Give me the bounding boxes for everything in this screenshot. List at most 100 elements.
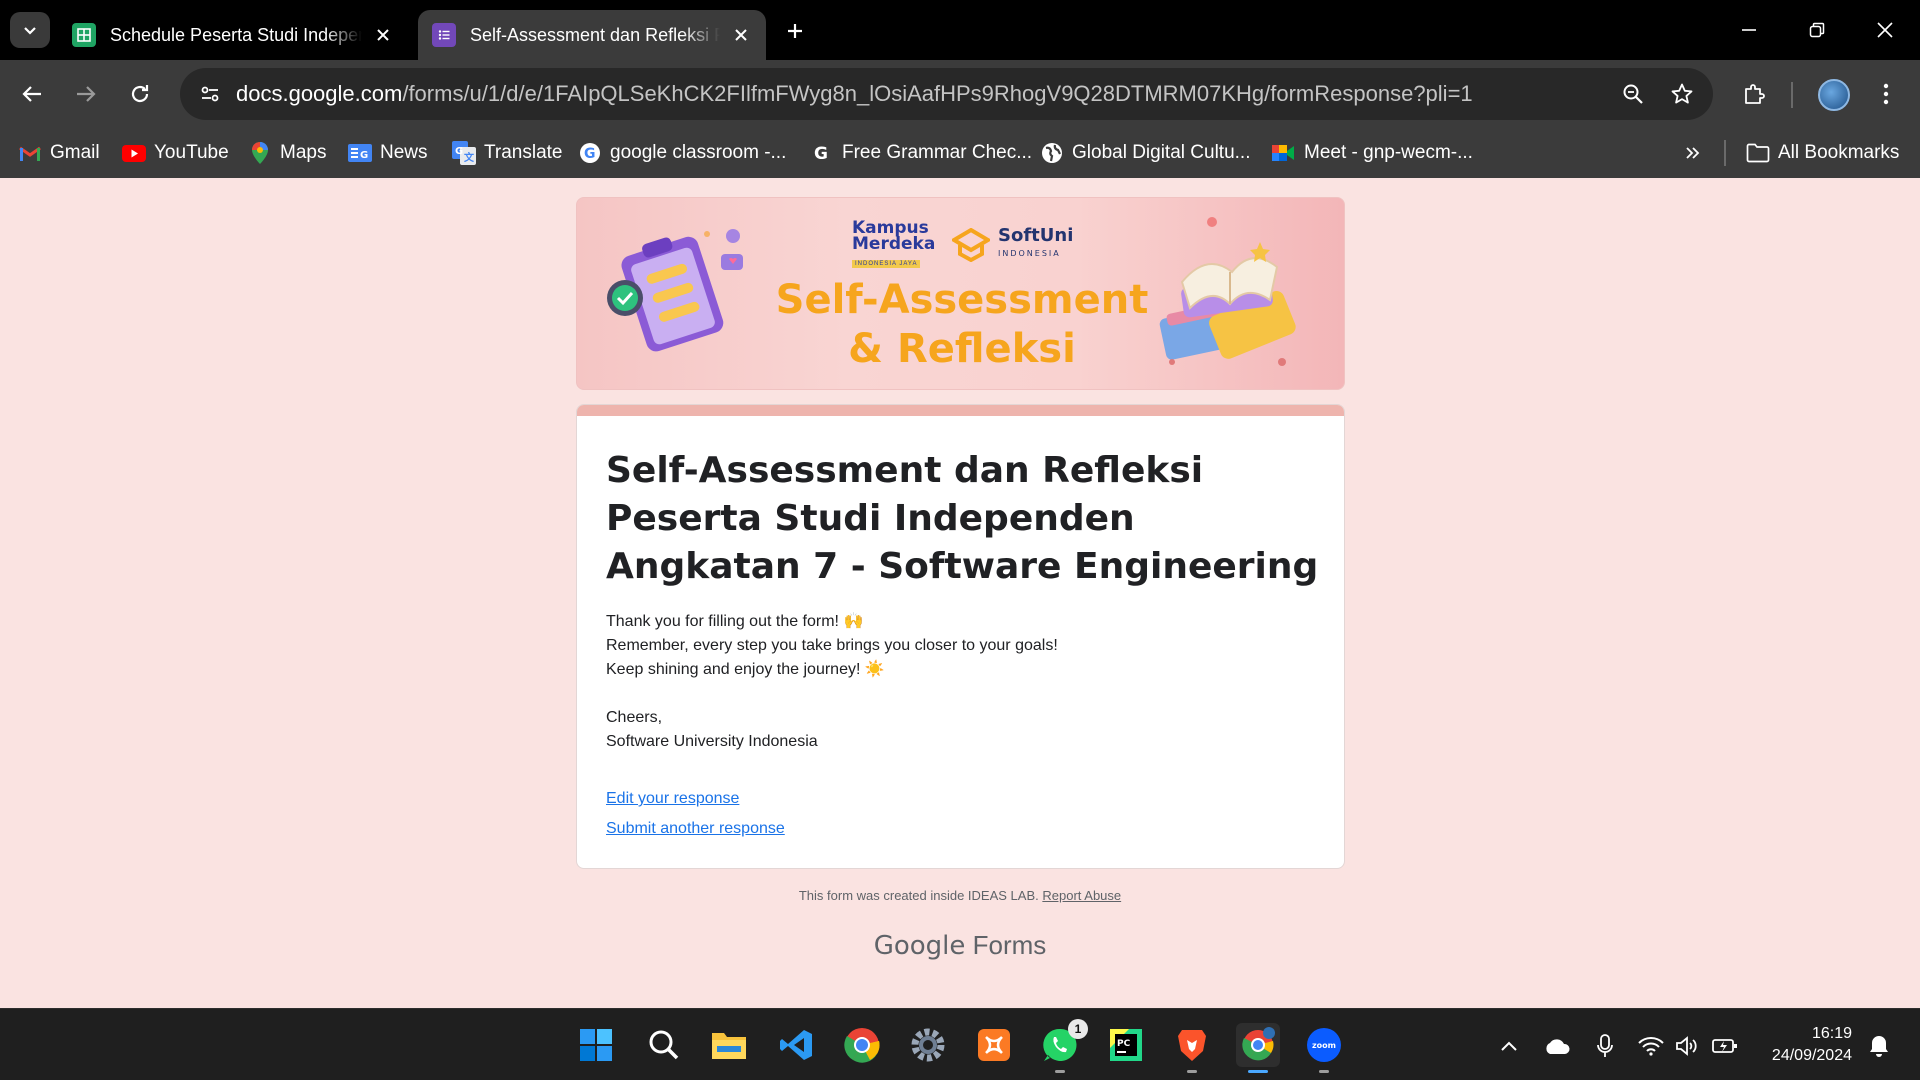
- onedrive-icon[interactable]: [1542, 1031, 1572, 1061]
- youtube-icon: [122, 141, 146, 165]
- microphone-icon[interactable]: [1590, 1031, 1620, 1061]
- google-forms-icon: [432, 23, 456, 47]
- close-icon[interactable]: [372, 24, 394, 46]
- settings-icon[interactable]: [906, 1023, 950, 1067]
- svg-text:G: G: [455, 146, 463, 157]
- svg-text:G: G: [814, 144, 828, 164]
- bookmark-youtube[interactable]: YouTube: [122, 136, 229, 170]
- url-text: docs.google.com/forms/u/1/d/e/1FAIpQLSeK…: [236, 81, 1473, 107]
- tab-title: Schedule Peserta Studi Independen: [110, 24, 362, 45]
- svg-text:G: G: [360, 150, 368, 161]
- bookmark-label: Translate: [484, 142, 563, 163]
- xampp-icon[interactable]: [972, 1023, 1016, 1067]
- card-accent-bar: [577, 405, 1344, 416]
- minimize-icon: [1742, 29, 1756, 31]
- created-inside-text: This form was created inside IDEAS LAB.: [798, 888, 1039, 903]
- plus-icon: [788, 24, 802, 38]
- windows-start-icon[interactable]: [574, 1023, 618, 1067]
- notification-badge: 1: [1068, 1019, 1088, 1039]
- windows-taskbar: 1 PC zoom 16:19 24/09/2024: [0, 1008, 1920, 1080]
- message-line: Cheers,: [606, 709, 663, 726]
- tab-self-assessment[interactable]: Self-Assessment dan Refleksi Peserta Stu…: [418, 10, 766, 60]
- brave-icon[interactable]: [1170, 1023, 1214, 1073]
- tab-search-button[interactable]: [10, 12, 50, 48]
- arrow-right-icon: [77, 86, 96, 102]
- volume-icon[interactable]: [1672, 1031, 1702, 1061]
- bookmark-news[interactable]: G News: [348, 136, 428, 170]
- minimize-button[interactable]: [1724, 8, 1774, 52]
- wifi-icon[interactable]: [1636, 1031, 1666, 1061]
- bookmark-label: Meet - gnp-wecm-...: [1304, 142, 1473, 163]
- extensions-button[interactable]: [1734, 74, 1774, 114]
- form-page: Kampus Merdeka INDONESIA JAYA SoftUni IND…: [0, 178, 1920, 1008]
- bookmark-label: Maps: [280, 142, 327, 163]
- bookmark-google-classroom[interactable]: G google classroom -...: [578, 136, 786, 170]
- restore-button[interactable]: [1792, 8, 1842, 52]
- more-bookmarks-button[interactable]: [1676, 136, 1710, 170]
- google-forms-logo[interactable]: Google Forms: [0, 930, 1920, 961]
- puzzle-icon: [1745, 84, 1765, 104]
- file-explorer-icon[interactable]: [707, 1023, 751, 1067]
- chrome-profile-icon[interactable]: [1236, 1023, 1280, 1073]
- search-icon[interactable]: [642, 1023, 686, 1067]
- bookmark-star-icon[interactable]: [1666, 78, 1698, 110]
- maps-icon: [248, 141, 272, 165]
- close-window-button[interactable]: [1860, 8, 1910, 52]
- pycharm-icon[interactable]: PC: [1104, 1023, 1148, 1067]
- whatsapp-icon[interactable]: 1: [1038, 1019, 1088, 1073]
- new-tab-button[interactable]: [778, 14, 812, 48]
- all-bookmarks-button[interactable]: All Bookmarks: [1746, 136, 1899, 170]
- gmail-icon: [18, 141, 42, 165]
- grammarly-icon: G: [810, 141, 834, 165]
- vscode-icon[interactable]: [774, 1023, 818, 1067]
- close-icon[interactable]: [730, 24, 752, 46]
- report-abuse-link[interactable]: Report Abuse: [1042, 888, 1121, 903]
- message-line: Keep shining and enjoy the journey! ☀️: [606, 661, 885, 678]
- address-bar[interactable]: docs.google.com/forms/u/1/d/e/1FAIpQLSeK…: [180, 68, 1713, 120]
- submit-another-response-link[interactable]: Submit another response: [606, 820, 785, 838]
- double-chevron-right-icon: [1686, 147, 1700, 159]
- bookmark-meet[interactable]: Meet - gnp-wecm-...: [1272, 136, 1473, 170]
- back-button[interactable]: [12, 74, 52, 114]
- tab-strip: Schedule Peserta Studi Independen Self-A…: [0, 0, 1920, 60]
- chevron-down-icon: [24, 27, 36, 35]
- system-clock[interactable]: 16:19 24/09/2024: [1756, 1023, 1852, 1067]
- partner-logos: Kampus Merdeka INDONESIA JAYA SoftUni IND…: [852, 220, 1073, 270]
- svg-text:zoom: zoom: [1312, 1041, 1336, 1050]
- notification-bell-icon[interactable]: [1864, 1031, 1894, 1061]
- kampus-merdeka-logo: Kampus Merdeka INDONESIA JAYA: [852, 218, 936, 268]
- zoom-icon[interactable]: [1617, 78, 1649, 110]
- chevron-up-icon[interactable]: [1494, 1031, 1524, 1061]
- form-title: Self-Assessment dan Refleksi Peserta Stu…: [606, 450, 1319, 587]
- svg-text:G: G: [584, 146, 596, 162]
- softuni-emblem-icon: [952, 228, 990, 262]
- banner-title: Self-Assessment & Refleksi: [775, 277, 1149, 372]
- bookmark-translate[interactable]: G文 Translate: [452, 136, 563, 170]
- bookmark-gmail[interactable]: Gmail: [18, 136, 100, 170]
- google-sheets-icon: [72, 23, 96, 47]
- edit-response-link[interactable]: Edit your response: [606, 790, 739, 808]
- news-icon: G: [348, 141, 372, 165]
- reload-button[interactable]: [120, 74, 160, 114]
- reload-icon: [131, 85, 149, 103]
- profile-avatar[interactable]: [1818, 79, 1850, 111]
- toolbar-divider: [1791, 82, 1793, 108]
- all-bookmarks-label: All Bookmarks: [1778, 142, 1900, 163]
- bookmark-label: Global Digital Cultu...: [1072, 142, 1251, 163]
- bookmark-maps[interactable]: Maps: [248, 136, 326, 170]
- tab-schedule[interactable]: Schedule Peserta Studi Independen: [58, 10, 408, 60]
- bookmark-label: google classroom -...: [610, 142, 787, 163]
- site-info-icon[interactable]: [194, 78, 226, 110]
- chrome-icon[interactable]: [840, 1023, 884, 1067]
- forward-button[interactable]: [66, 74, 106, 114]
- running-indicator: [1055, 1070, 1065, 1073]
- bookmark-grammar-checker[interactable]: G Free Grammar Chec...: [810, 136, 1032, 170]
- zoom-icon[interactable]: zoom: [1302, 1023, 1346, 1073]
- message-line: [606, 682, 1058, 706]
- close-icon: [1877, 22, 1893, 38]
- chrome-menu-button[interactable]: [1866, 74, 1906, 114]
- battery-charging-icon[interactable]: [1710, 1031, 1740, 1061]
- message-line: Remember, every step you take brings you…: [606, 637, 1058, 654]
- bookmark-global-digital[interactable]: Global Digital Cultu...: [1040, 136, 1250, 170]
- bookmarks-divider: [1724, 140, 1726, 166]
